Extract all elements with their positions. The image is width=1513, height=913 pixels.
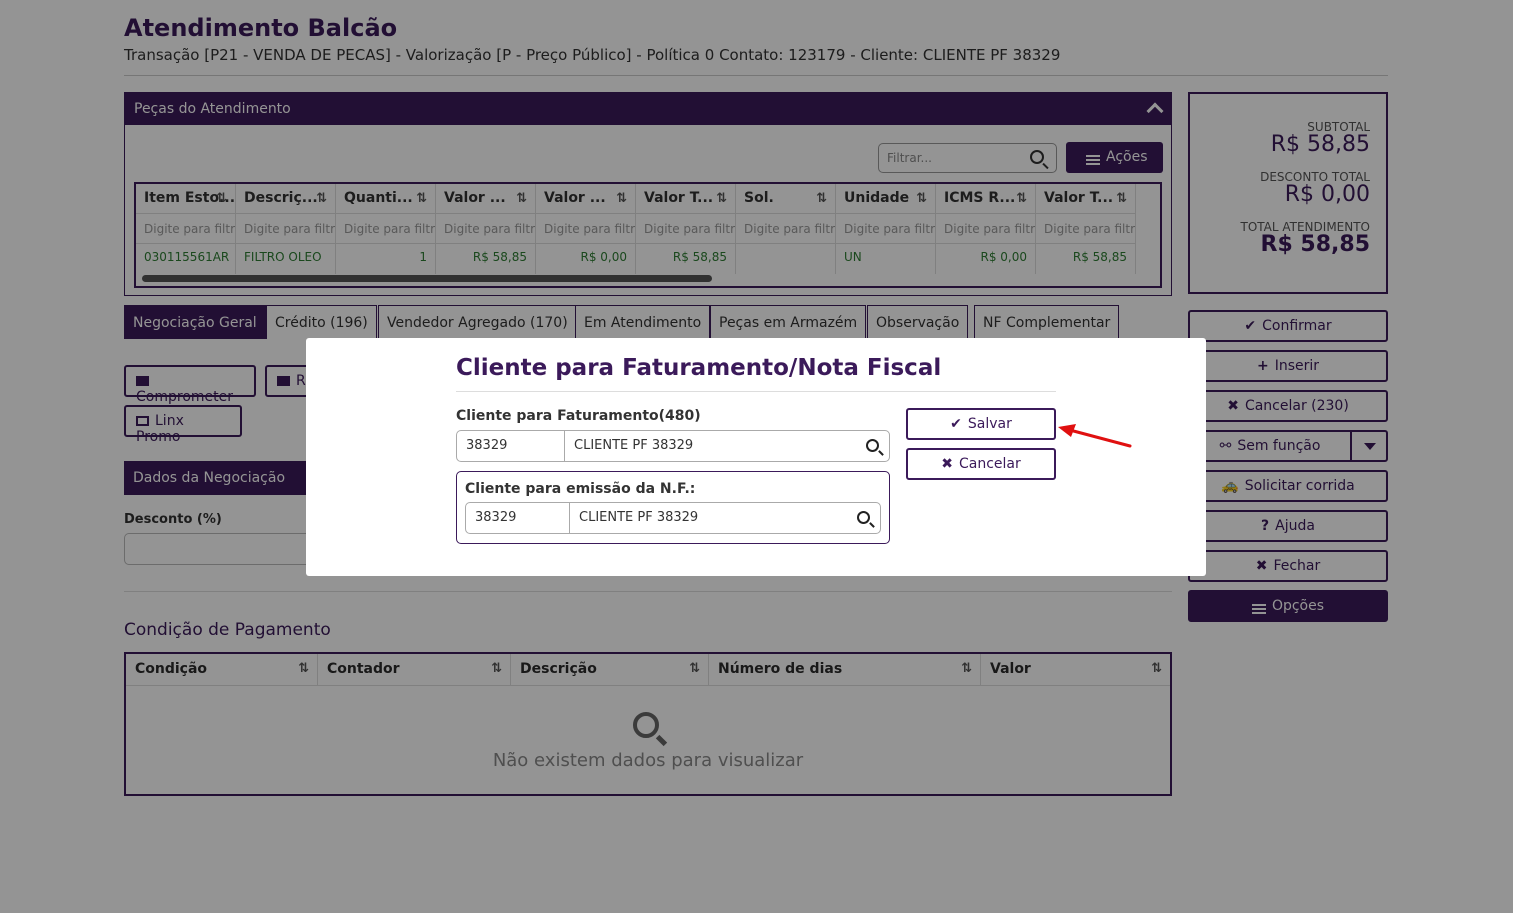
cancel-button[interactable]: ✖ Cancelar xyxy=(906,448,1056,480)
nf-client-code[interactable]: 38329 xyxy=(466,503,570,533)
modal-title: Cliente para Faturamento/Nota Fiscal xyxy=(456,355,942,381)
nf-client-field[interactable]: 38329 CLIENTE PF 38329 xyxy=(465,502,881,534)
search-icon[interactable] xyxy=(866,439,879,452)
billing-client-code[interactable]: 38329 xyxy=(457,431,565,461)
billing-client-name[interactable]: CLIENTE PF 38329 xyxy=(565,431,889,461)
search-icon[interactable] xyxy=(857,511,870,524)
divider xyxy=(456,391,1056,392)
save-button[interactable]: ✔ Salvar xyxy=(906,408,1056,440)
nf-client-name[interactable]: CLIENTE PF 38329 xyxy=(570,503,880,533)
check-icon: ✔ xyxy=(950,416,962,432)
nf-client-group: Cliente para emissão da N.F.: 38329 CLIE… xyxy=(456,471,890,544)
nf-client-label: Cliente para emissão da N.F.: xyxy=(465,481,696,497)
red-arrow-annotation xyxy=(1058,424,1132,448)
close-icon: ✖ xyxy=(941,456,953,472)
billing-client-field[interactable]: 38329 CLIENTE PF 38329 xyxy=(456,430,890,462)
billing-client-modal: Cliente para Faturamento/Nota Fiscal Cli… xyxy=(306,338,1206,576)
billing-client-label: Cliente para Faturamento(480) xyxy=(456,408,701,424)
